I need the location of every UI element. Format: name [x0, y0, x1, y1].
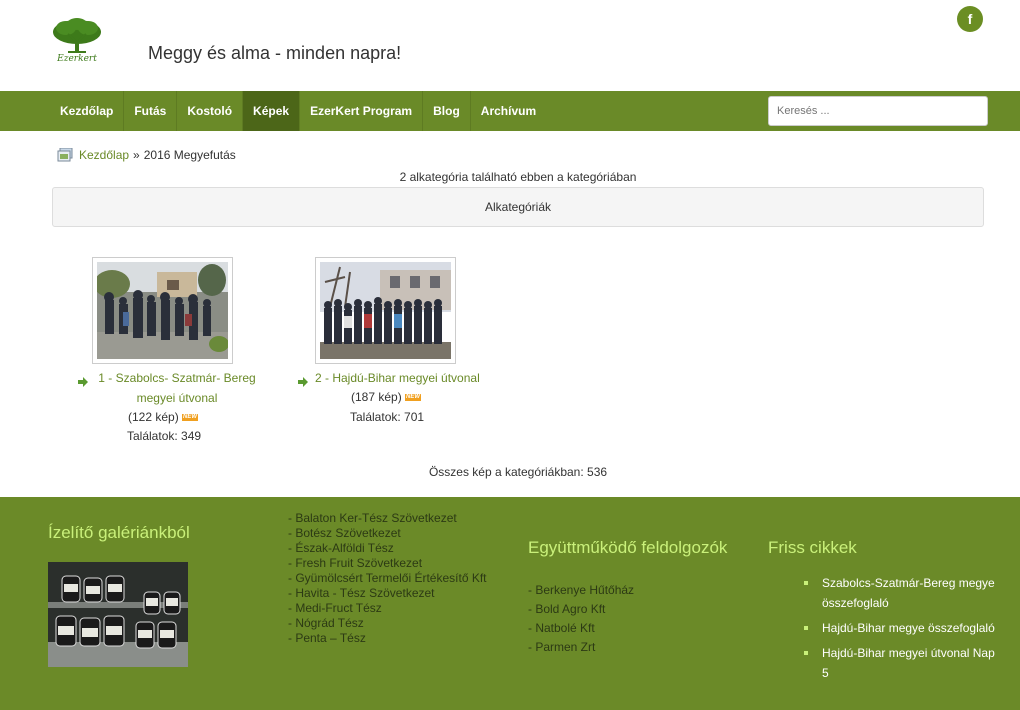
breadcrumb: Kezdőlap » 2016 Megyefutás: [57, 147, 236, 162]
fresh-article-item[interactable]: Hajdú-Bihar megye összefoglaló: [804, 618, 1004, 638]
image-count-text: (187 kép): [351, 390, 402, 404]
partner-list: - Balaton Ker-Tész Szövetkezet - Botész …: [288, 511, 487, 646]
processor-item[interactable]: - Natbolé Kft: [528, 619, 634, 638]
partner-item[interactable]: - Balaton Ker-Tész Szövetkezet: [288, 511, 487, 526]
fresh-article-link[interactable]: Hajdú-Bihar megyei útvonal Nap 5: [822, 646, 995, 680]
partner-item[interactable]: - Botész Szövetkezet: [288, 526, 487, 541]
category-photo-2: [320, 262, 451, 359]
site-footer: Ízelítő galériánkból - Balaton Ker-Tész …: [0, 497, 1020, 710]
subcategory-count: 2 alkategória található ebben a kategóri…: [399, 170, 637, 184]
category-hits-2: Találatok: 701: [350, 410, 425, 424]
gallery-home-icon: [57, 147, 73, 162]
processor-list: - Berkenye Hűtőház - Bold Agro Kft - Nat…: [528, 581, 634, 657]
category-photo-1: [97, 262, 228, 359]
total-images: Összes kép a kategóriákban: 536: [428, 465, 608, 479]
search-input[interactable]: [768, 96, 988, 126]
category-link-2[interactable]: 2 - Hajdú-Bihar megyei útvonal: [315, 368, 487, 388]
partner-item[interactable]: - Gyümölcsért Termelői Értékesítő Kft: [288, 571, 487, 586]
new-badge-icon: NEW: [182, 414, 199, 422]
nav-item-futas[interactable]: Futás: [124, 91, 178, 131]
category-link-1[interactable]: 1 - Szabolcs- Szatmár- Bereg megyei útvo…: [92, 368, 262, 408]
bullet-icon: [804, 651, 808, 655]
processor-item[interactable]: - Berkenye Hűtőház: [528, 581, 634, 600]
new-badge-icon: NEW: [405, 394, 422, 402]
site-tagline: Meggy és alma - minden napra!: [148, 43, 402, 63]
breadcrumb-home-link[interactable]: Kezdőlap: [79, 148, 129, 162]
category-hits-1: Találatok: 349: [127, 429, 202, 443]
fresh-article-link[interactable]: Hajdú-Bihar megye összefoglaló: [822, 621, 995, 635]
partner-item[interactable]: - Havita - Tész Szövetkezet: [288, 586, 487, 601]
tree-icon: [53, 18, 101, 53]
nav-item-blog[interactable]: Blog: [423, 91, 471, 131]
breadcrumb-separator: »: [133, 148, 140, 162]
processor-item[interactable]: - Bold Agro Kft: [528, 600, 634, 619]
breadcrumb-current: 2016 Megyefutás: [143, 148, 236, 162]
nav-item-archivum[interactable]: Archívum: [471, 91, 546, 131]
partner-item[interactable]: - Nógrád Tész: [288, 616, 487, 631]
bullet-icon: [804, 626, 808, 630]
main-nav: Kezdőlap Futás Kostoló Képek EzerKert Pr…: [0, 91, 1020, 131]
arrow-right-icon: [78, 376, 88, 387]
site-header: Ezerkert Meggy és alma - minden napra! f: [0, 0, 1020, 91]
ezerkert-logo[interactable]: Ezerkert: [48, 18, 106, 68]
fresh-article-item[interactable]: Szabolcs-Szatmár-Bereg megye összefoglal…: [804, 573, 1004, 613]
footer-processors-title: Együttműködő feldolgozók: [528, 538, 728, 557]
facebook-icon[interactable]: f: [957, 6, 983, 32]
nav-item-kezdolap[interactable]: Kezdőlap: [50, 91, 125, 131]
category-thumbnail-1[interactable]: [92, 257, 233, 364]
nav-item-kepek[interactable]: Képek: [243, 91, 301, 131]
bullet-icon: [804, 581, 808, 585]
partner-item[interactable]: - Medi-Fruct Tész: [288, 601, 487, 616]
category-thumbnail-2[interactable]: [315, 257, 456, 364]
nav-item-ezerkert-program[interactable]: EzerKert Program: [300, 91, 424, 131]
logo-text: Ezerkert: [57, 54, 97, 64]
partner-item[interactable]: - Észak-Alföldi Tész: [288, 541, 487, 556]
nav-item-kostolo[interactable]: Kostoló: [177, 91, 244, 131]
image-count-text: (122 kép): [128, 410, 179, 424]
footer-gallery-title: Ízelítő galériánkból: [48, 523, 190, 542]
category-image-count-2: (187 kép) NEW: [351, 388, 422, 407]
category-image-count-1: (122 kép) NEW: [128, 408, 199, 427]
partner-item[interactable]: - Fresh Fruit Szövetkezet: [288, 556, 487, 571]
subcategories-header: Alkategóriák: [52, 187, 984, 227]
footer-gallery-image[interactable]: [48, 562, 188, 667]
fresh-article-item[interactable]: Hajdú-Bihar megyei útvonal Nap 5: [804, 643, 1004, 683]
fresh-articles-list: Szabolcs-Szatmár-Bereg megye összefoglal…: [804, 573, 1004, 688]
processor-item[interactable]: - Parmen Zrt: [528, 638, 634, 657]
fresh-article-link[interactable]: Szabolcs-Szatmár-Bereg megye összefoglal…: [822, 576, 995, 610]
footer-fresh-title: Friss cikkek: [768, 538, 857, 557]
partner-item[interactable]: - Penta – Tész: [288, 631, 487, 646]
arrow-right-icon: [298, 376, 308, 387]
